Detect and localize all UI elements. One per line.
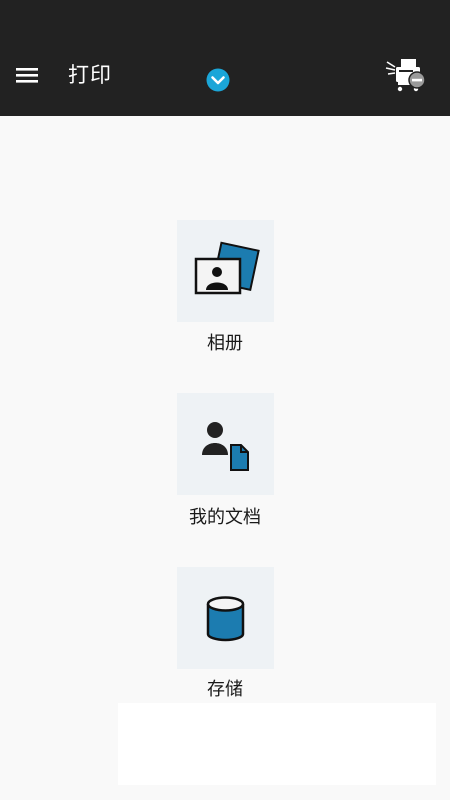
storage-label: 存储 <box>207 679 243 700</box>
chevron-down-circle-icon <box>206 68 230 92</box>
storage-tile[interactable] <box>177 567 274 669</box>
photo-album-icon <box>194 241 260 295</box>
page-title: 打印 <box>68 63 112 87</box>
my-documents-tile[interactable] <box>177 393 274 495</box>
hamburger-menu-icon <box>16 68 38 83</box>
documents-icon <box>202 422 249 471</box>
title-dropdown-button[interactable] <box>206 68 230 92</box>
album-tile[interactable] <box>177 220 274 322</box>
printer-status-button[interactable] <box>384 56 428 96</box>
storage-icon <box>206 596 245 642</box>
printer-disconnected-icon <box>385 59 426 92</box>
bottom-overlay <box>118 703 436 785</box>
app-root: 打印 相册 我的文档 存储 <box>0 0 450 800</box>
my-documents-label: 我的文档 <box>189 507 261 528</box>
album-label: 相册 <box>207 333 243 354</box>
menu-button[interactable] <box>14 60 40 90</box>
top-app-bar: 打印 <box>0 0 450 116</box>
